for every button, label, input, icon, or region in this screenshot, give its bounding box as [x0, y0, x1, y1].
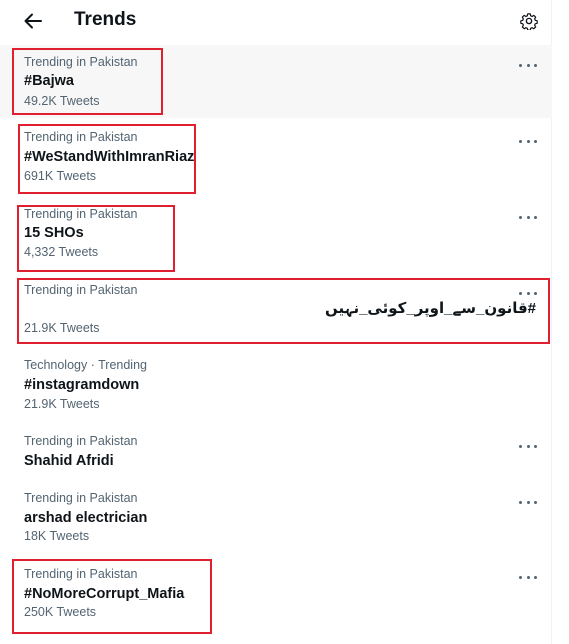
- trend-meta: Technology · Trending: [24, 358, 147, 372]
- trend-name: 15 SHOs: [24, 225, 84, 241]
- more-button[interactable]: [519, 288, 537, 298]
- more-horizontal-icon: [519, 215, 522, 219]
- header: Trends: [0, 0, 552, 42]
- settings-button[interactable]: [515, 8, 543, 34]
- trend-name: #WeStandWithImranRiaz: [24, 149, 195, 165]
- more-button[interactable]: [519, 136, 537, 146]
- page-title: Trends: [74, 9, 137, 30]
- trend-item[interactable]: Trending in Pakistan 15 SHOs 4,332 Tweet…: [0, 198, 552, 274]
- trend-meta: Trending in Pakistan: [24, 55, 138, 69]
- trend-count: 691K Tweets: [24, 169, 97, 183]
- more-horizontal-icon: [519, 444, 522, 448]
- trend-name: #instagramdown: [24, 377, 140, 393]
- trend-count: 250K Tweets: [24, 605, 97, 619]
- trend-meta: Trending in Pakistan: [24, 491, 138, 505]
- trend-meta: Trending in Pakistan: [24, 130, 138, 144]
- more-button[interactable]: [519, 60, 537, 70]
- trend-name: #Bajwa: [24, 73, 74, 89]
- trend-name: arshad electrician: [24, 510, 148, 526]
- trend-name: #NoMoreCorrupt_Mafia: [24, 586, 185, 602]
- trend-meta: Trending in Pakistan: [24, 567, 138, 581]
- more-button[interactable]: [519, 441, 537, 451]
- trend-meta: Trending in Pakistan: [24, 207, 138, 221]
- trend-count: 21.9K Tweets: [24, 397, 100, 411]
- trends-panel: Trends Trending in Pakistan #Bajwa 49.2K…: [0, 0, 552, 644]
- more-horizontal-icon: [519, 63, 522, 67]
- more-horizontal-icon: [519, 139, 522, 143]
- more-button[interactable]: [519, 497, 537, 507]
- more-horizontal-icon: [519, 575, 522, 579]
- more-horizontal-icon: [519, 291, 522, 295]
- trend-meta: Trending in Pakistan: [24, 283, 138, 297]
- back-button[interactable]: [18, 6, 48, 36]
- more-button[interactable]: [519, 572, 537, 582]
- trend-item[interactable]: Technology · Trending #instagramdown 21.…: [0, 350, 552, 426]
- trend-item[interactable]: Trending in Pakistan #قانون_سے_اوپر_کوئی…: [0, 274, 552, 346]
- more-horizontal-icon: [519, 500, 522, 504]
- trend-item[interactable]: Trending in Pakistan #WeStandWithImranRi…: [0, 120, 552, 196]
- more-button[interactable]: [519, 212, 537, 222]
- gear-icon: [520, 13, 538, 30]
- trend-count: 21.9K Tweets: [24, 321, 100, 335]
- arrow-left-icon: [24, 13, 42, 29]
- trend-count: 4,332 Tweets: [24, 245, 99, 259]
- trend-item[interactable]: Trending in Pakistan #NoMoreCorrupt_Mafi…: [0, 558, 552, 638]
- trend-meta: Trending in Pakistan: [24, 434, 138, 448]
- trend-count: 49.2K Tweets: [24, 94, 100, 108]
- trend-name: #قانون_سے_اوپر_کوئی_نہیں: [325, 300, 536, 317]
- trend-count: 18K Tweets: [24, 529, 90, 543]
- trend-name: Shahid Afridi: [24, 453, 114, 469]
- trend-item[interactable]: Trending in Pakistan Shahid Afridi: [0, 426, 552, 482]
- trend-item[interactable]: Trending in Pakistan arshad electrician …: [0, 482, 552, 558]
- trend-item[interactable]: Trending in Pakistan #Bajwa 49.2K Tweets: [0, 45, 552, 118]
